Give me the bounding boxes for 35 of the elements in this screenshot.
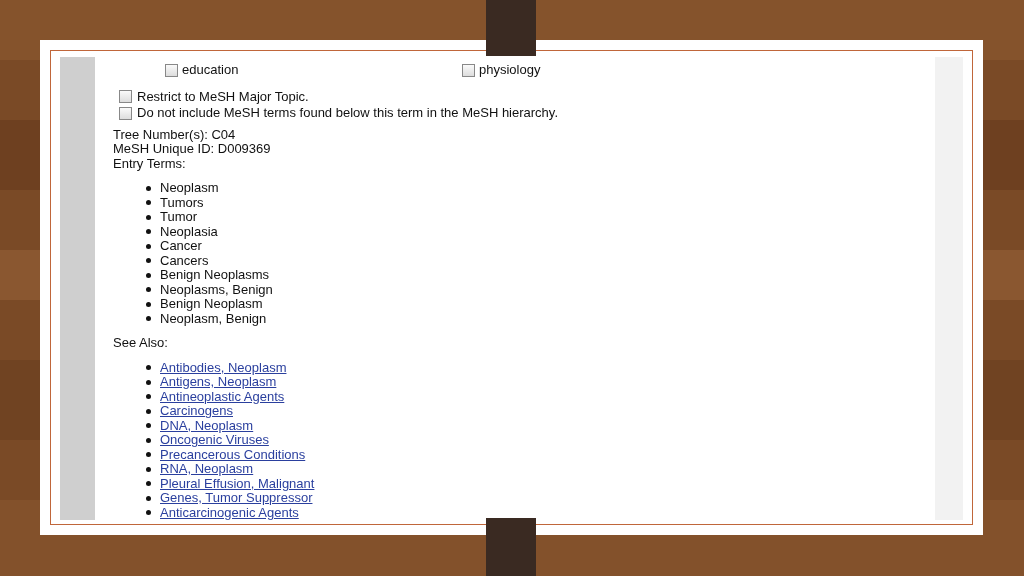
- section-heading: See Also:: [113, 336, 169, 351]
- entry-term: Neoplasm, Benign: [160, 311, 267, 326]
- checkbox-label: Restrict to MeSH Major Topic.: [137, 89, 309, 104]
- detail-text: MeSH Unique ID: D009369: [113, 142, 272, 157]
- checkbox[interactable]: [119, 106, 132, 120]
- entry-term: Benign Neoplasm: [160, 297, 263, 312]
- checkbox-label: education: [182, 63, 239, 78]
- see-also-link[interactable]: Pleural Effusion, Malignant: [160, 476, 315, 491]
- see-also-link[interactable]: RNA, Neoplasm: [160, 462, 254, 477]
- see-also-link[interactable]: Anticarcinogenic Agents: [160, 505, 299, 520]
- entry-term: Tumors: [160, 195, 204, 210]
- see-also-link[interactable]: Antibodies, Neoplasm: [160, 360, 287, 375]
- entry-term: Cancers: [160, 253, 209, 268]
- checkbox-label: Do not include MeSH terms found below this term in the MeSH hierarchy.: [137, 106, 558, 121]
- binder-clip: [486, 0, 536, 56]
- checkbox-label: physiology: [479, 63, 541, 78]
- see-also-link[interactable]: Oncogenic Viruses: [160, 433, 269, 448]
- entry-term: Benign Neoplasms: [160, 268, 270, 283]
- entry-term: Neoplasia: [160, 224, 218, 239]
- see-also-link[interactable]: Genes, Tumor Suppressor: [160, 491, 313, 506]
- see-also-link[interactable]: Precancerous Conditions: [160, 447, 306, 462]
- checkbox[interactable]: [462, 63, 475, 77]
- detail-text: Tree Number(s): C04: [113, 127, 237, 142]
- entry-term: Neoplasm: [160, 181, 219, 196]
- checkbox[interactable]: [119, 90, 132, 104]
- see-also-link[interactable]: Antigens, Neoplasm: [160, 375, 277, 390]
- entry-term: Tumor: [160, 210, 198, 225]
- checkbox[interactable]: [165, 63, 178, 77]
- detail-text: Entry Terms:: [113, 156, 186, 171]
- see-also-link[interactable]: DNA, Neoplasm: [160, 418, 254, 433]
- entry-term: Neoplasms, Benign: [160, 282, 273, 297]
- see-also-link[interactable]: Antineoplastic Agents: [160, 389, 285, 404]
- see-also-link[interactable]: Carcinogens: [160, 404, 233, 419]
- entry-term: Cancer: [160, 239, 202, 254]
- binder-clip: [486, 518, 536, 576]
